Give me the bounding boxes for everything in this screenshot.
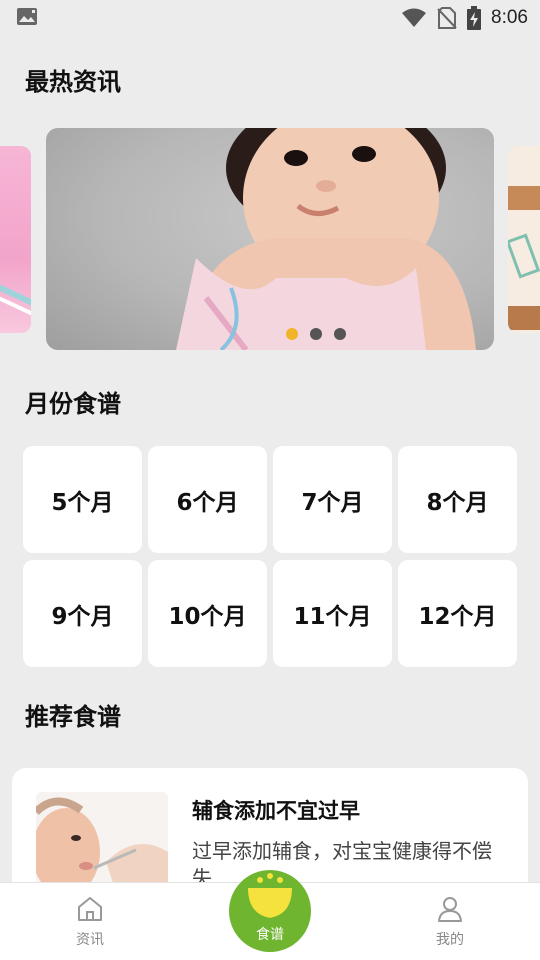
- carousel-dot-1[interactable]: [286, 328, 298, 340]
- section-title-month-recipes: 月份食谱: [25, 390, 121, 418]
- recipe-title: 辅食添加不宜过早: [192, 799, 360, 823]
- baby-photo: [176, 128, 476, 350]
- nav-tab-recipes[interactable]: 食谱: [229, 870, 311, 952]
- bowl-icon: [248, 873, 292, 918]
- month-button-6[interactable]: 6个月: [148, 446, 267, 553]
- carousel-slide-next[interactable]: [508, 146, 540, 333]
- news-carousel[interactable]: [0, 128, 540, 352]
- image-notification-icon: [17, 8, 37, 25]
- month-button-12[interactable]: 12个月: [398, 560, 517, 667]
- month-button-11[interactable]: 11个月: [273, 560, 392, 667]
- nav-tab-mine[interactable]: 我的: [420, 895, 480, 949]
- battery-charging-icon: [467, 6, 482, 30]
- month-button-10[interactable]: 10个月: [148, 560, 267, 667]
- wifi-icon: [402, 8, 427, 27]
- section-title-recommended: 推荐食谱: [25, 703, 121, 731]
- nav-label-mine: 我的: [436, 932, 464, 948]
- status-bar: 8:06: [0, 0, 540, 36]
- carousel-slide-current[interactable]: [46, 128, 494, 350]
- recipe-thumbnail: [36, 792, 168, 892]
- month-button-9[interactable]: 9个月: [23, 560, 142, 667]
- carousel-dot-3[interactable]: [334, 328, 346, 340]
- nav-label-news: 资讯: [76, 932, 104, 948]
- carousel-slide-previous[interactable]: [0, 146, 31, 333]
- no-sim-icon: [437, 7, 457, 29]
- status-time: 8:06: [491, 7, 528, 28]
- nav-tab-news[interactable]: 资讯: [60, 895, 120, 949]
- month-button-5[interactable]: 5个月: [23, 446, 142, 553]
- month-recipe-grid: 5个月 6个月 7个月 8个月 9个月 10个月 11个月 12个月: [23, 446, 517, 667]
- home-icon: [78, 897, 102, 921]
- carousel-dot-2[interactable]: [310, 328, 322, 340]
- person-icon: [438, 897, 462, 922]
- month-button-7[interactable]: 7个月: [273, 446, 392, 553]
- nav-label-recipes: 食谱: [256, 927, 284, 943]
- month-button-8[interactable]: 8个月: [398, 446, 517, 553]
- section-title-hot-news: 最热资讯: [25, 68, 121, 96]
- carousel-indicator: [286, 328, 346, 340]
